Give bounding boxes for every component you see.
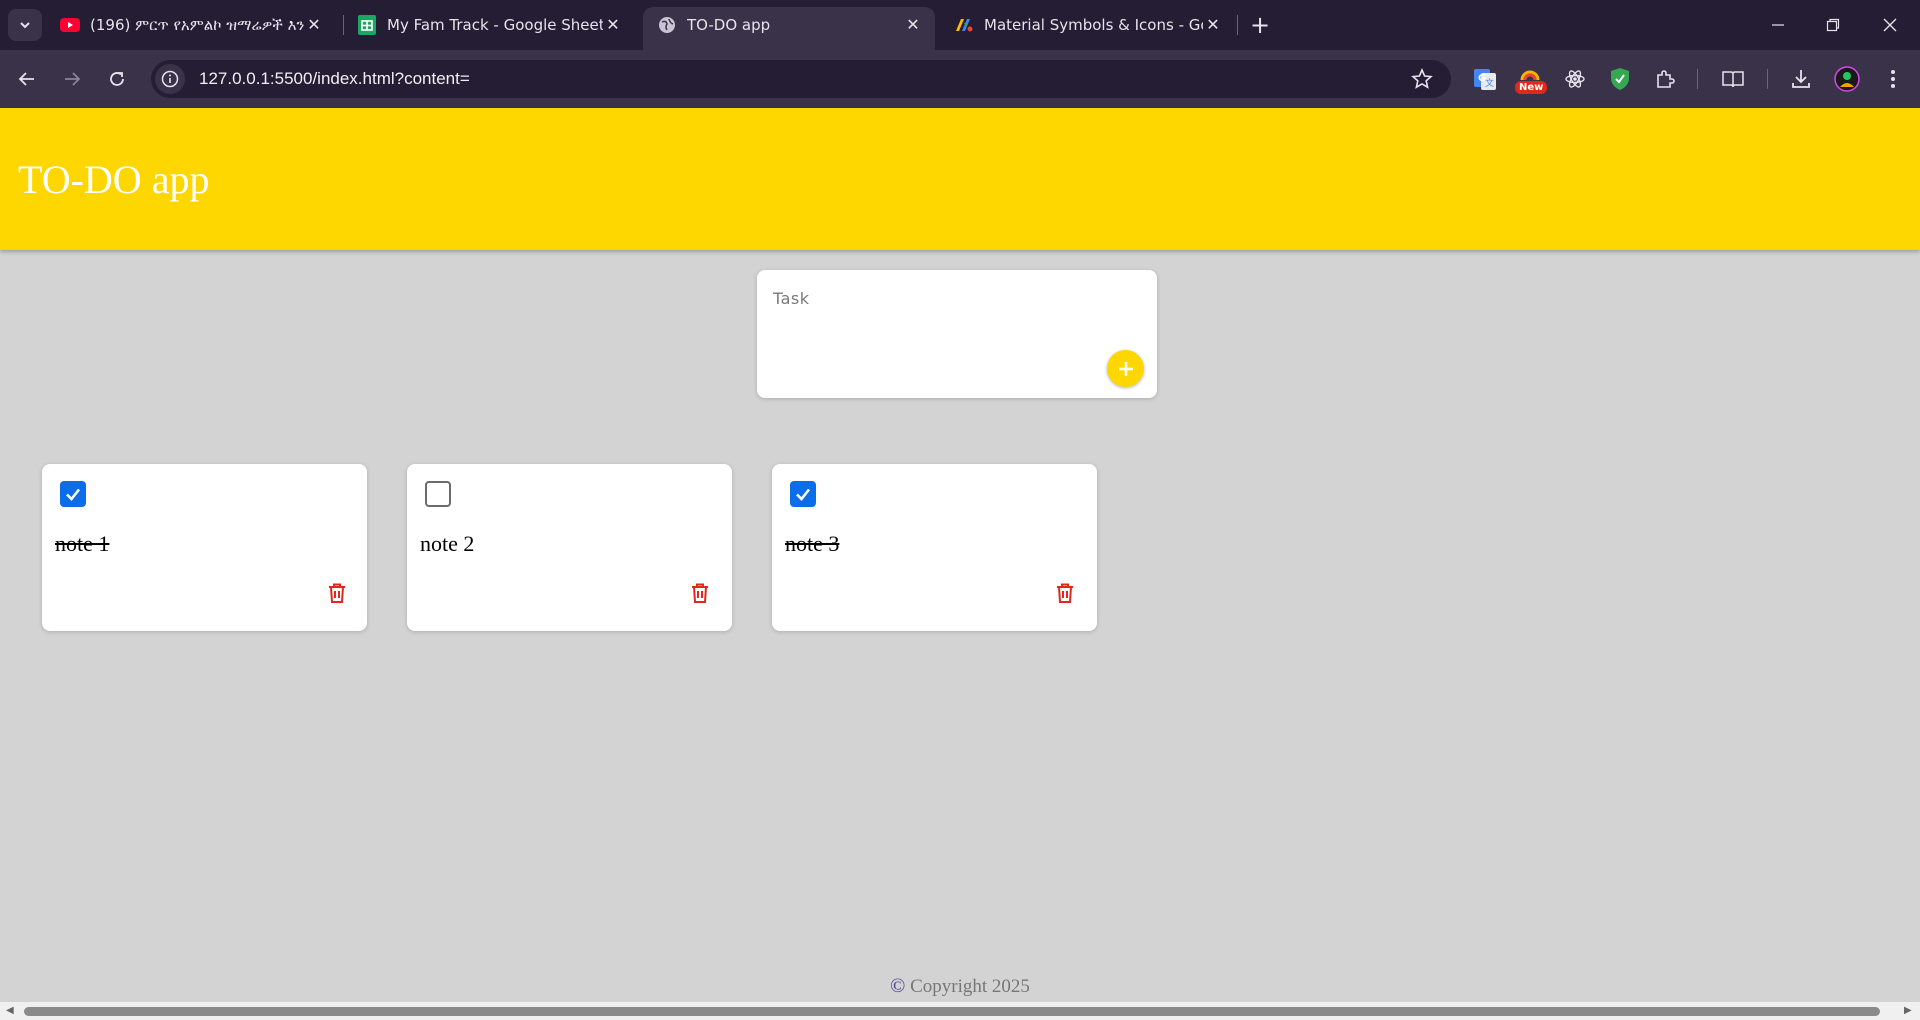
close-window-button[interactable] — [1870, 8, 1910, 42]
browser-tabstrip: (196) ምርጥ የአምልኮ ዝማሬዎች እንዲ ✕ My Fam Track… — [0, 0, 1920, 50]
scroll-right-icon[interactable]: ▶ — [1904, 1005, 1914, 1017]
tab-todo-app[interactable]: TO-DO app ✕ — [643, 7, 935, 50]
tab-google-sheets[interactable]: My Fam Track - Google Sheets ✕ — [343, 7, 635, 50]
new-extension-icon[interactable]: New — [1515, 66, 1548, 94]
forward-button[interactable] — [56, 63, 88, 95]
bookmark-star-icon[interactable] — [1411, 68, 1433, 90]
note-checkbox[interactable] — [790, 481, 816, 507]
toolbar-separator — [1697, 69, 1698, 89]
back-button[interactable] — [11, 63, 43, 95]
note-card: note 2 — [407, 464, 732, 631]
task-form — [757, 270, 1157, 398]
google-fonts-icon — [954, 15, 974, 35]
app-header: TO-DO app — [0, 108, 1920, 250]
note-checkbox[interactable] — [60, 481, 86, 507]
close-tab-icon[interactable]: ✕ — [903, 15, 923, 35]
react-devtools-icon[interactable] — [1562, 66, 1588, 92]
close-icon — [1883, 18, 1897, 32]
google-translate-extension-icon[interactable]: G文 — [1472, 66, 1498, 92]
arrow-back-icon — [18, 72, 34, 86]
check-icon — [796, 488, 811, 501]
trash-icon — [1057, 583, 1073, 603]
browser-toolbar: 127.0.0.1:5500/index.html?content= G文 Ne… — [0, 50, 1920, 108]
tab-separator — [1237, 15, 1238, 35]
note-checkbox[interactable] — [425, 481, 451, 507]
close-tab-icon[interactable]: ✕ — [304, 15, 324, 35]
tab-label: Material Symbols & Icons - Goo — [984, 15, 1203, 34]
minimize-icon — [1772, 24, 1784, 26]
svg-text:文: 文 — [1485, 77, 1494, 89]
url-text[interactable]: 127.0.0.1:5500/index.html?content= — [199, 69, 470, 89]
youtube-icon — [60, 15, 80, 35]
browser-menu-icon[interactable] — [1880, 66, 1906, 92]
chevron-down-icon — [20, 22, 30, 29]
check-icon — [66, 488, 81, 501]
arrow-forward-icon — [65, 72, 81, 86]
add-task-button[interactable] — [1107, 350, 1144, 387]
note-text: note 3 — [785, 531, 840, 556]
scrollbar-thumb[interactable] — [24, 1007, 1880, 1016]
reading-list-icon[interactable] — [1720, 66, 1746, 92]
note-card: note 1 — [42, 464, 367, 631]
restore-icon — [1826, 18, 1840, 32]
tab-label: My Fam Track - Google Sheets — [387, 15, 603, 34]
delete-note-button[interactable] — [1053, 580, 1077, 606]
note-text: note 1 — [55, 531, 110, 556]
profile-avatar[interactable] — [1834, 66, 1860, 92]
minimize-button[interactable] — [1758, 8, 1798, 42]
google-sheets-icon — [357, 14, 377, 35]
trash-icon — [692, 583, 708, 603]
tab-search-button[interactable] — [8, 9, 42, 41]
tab-material-symbols[interactable]: Material Symbols & Icons - Goo ✕ — [940, 7, 1235, 50]
note-text: note 2 — [420, 531, 475, 556]
reload-icon — [110, 72, 124, 86]
close-tab-icon[interactable]: ✕ — [603, 15, 623, 35]
trash-icon — [329, 583, 345, 603]
page-footer: © Copyright 2025 — [0, 975, 1920, 998]
delete-note-button[interactable] — [688, 580, 712, 606]
horizontal-scrollbar[interactable]: ◀ ▶ — [0, 1002, 1920, 1020]
toolbar-separator — [1767, 69, 1768, 89]
new-tab-button[interactable]: + — [1246, 11, 1274, 39]
tab-label: (196) ምርጥ የአምልኮ ዝማሬዎች እንዲ — [90, 15, 304, 34]
note-card: note 3 — [772, 464, 1097, 631]
tab-label: TO-DO app — [687, 15, 771, 34]
shield-extension-icon[interactable] — [1607, 66, 1633, 92]
copyright-text: Copyright 2025 — [910, 976, 1030, 997]
close-tab-icon[interactable]: ✕ — [1203, 15, 1223, 35]
extensions-puzzle-icon[interactable] — [1652, 66, 1678, 92]
reload-button[interactable] — [101, 63, 133, 95]
page-title: TO-DO app — [18, 157, 210, 202]
plus-icon — [1118, 361, 1133, 376]
tab-youtube[interactable]: (196) ምርጥ የአምልኮ ዝማሬዎች እንዲ ✕ — [46, 7, 336, 50]
address-bar[interactable]: 127.0.0.1:5500/index.html?content= — [151, 60, 1451, 98]
copyright-icon: © — [890, 975, 906, 997]
downloads-icon[interactable] — [1788, 66, 1814, 92]
task-input[interactable] — [771, 284, 1115, 312]
delete-note-button[interactable] — [325, 580, 349, 606]
restore-button[interactable] — [1813, 8, 1853, 42]
scroll-left-icon[interactable]: ◀ — [6, 1005, 16, 1017]
site-info-icon[interactable] — [155, 64, 185, 94]
globe-icon — [657, 15, 677, 35]
new-badge: New — [1515, 81, 1548, 94]
